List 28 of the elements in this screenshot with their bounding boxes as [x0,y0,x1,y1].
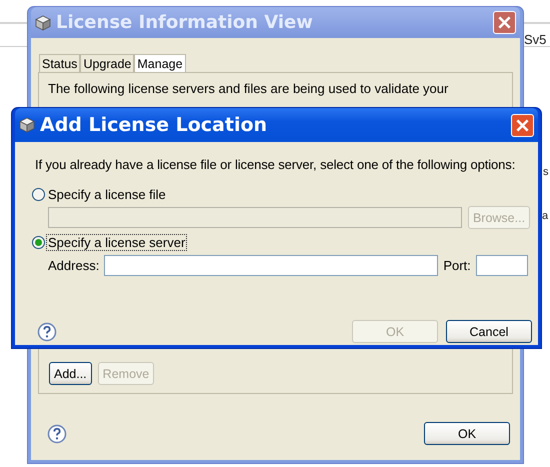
instruction-text: If you already have a license file or license server, select one of the following options: [35,157,516,172]
close-icon [514,116,531,134]
radio-option[interactable]: Specify a license server [32,232,532,252]
ok-button[interactable]: OK [424,422,510,445]
add-button[interactable]: Add... [49,362,92,385]
cube-icon [35,14,51,30]
address-label: Address: [48,258,100,273]
port-field[interactable] [476,255,528,276]
tab[interactable]: Upgrade [80,54,134,72]
address-field[interactable] [104,255,438,276]
description-text: The following license servers and files are being used to validate your [48,81,450,97]
background-text: s [543,166,548,178]
tab[interactable]: Manage [134,54,186,72]
radio-option[interactable]: Specify a license file [32,184,532,204]
help-icon[interactable] [37,322,57,342]
radio-button[interactable] [32,236,45,248]
port-label: Port: [443,258,471,273]
background-text: Sv5 [524,32,546,47]
cube-icon [19,117,35,133]
dialog-title: Add License Location [40,114,268,136]
radio-button[interactable] [32,188,45,200]
close-button[interactable] [511,114,534,136]
close-icon [496,14,513,31]
window-title: License Information View [56,12,314,33]
help-icon[interactable] [47,424,67,444]
tab[interactable]: Status [39,54,80,72]
cancel-button[interactable]: Cancel [446,320,532,343]
background-text: a [542,210,548,222]
